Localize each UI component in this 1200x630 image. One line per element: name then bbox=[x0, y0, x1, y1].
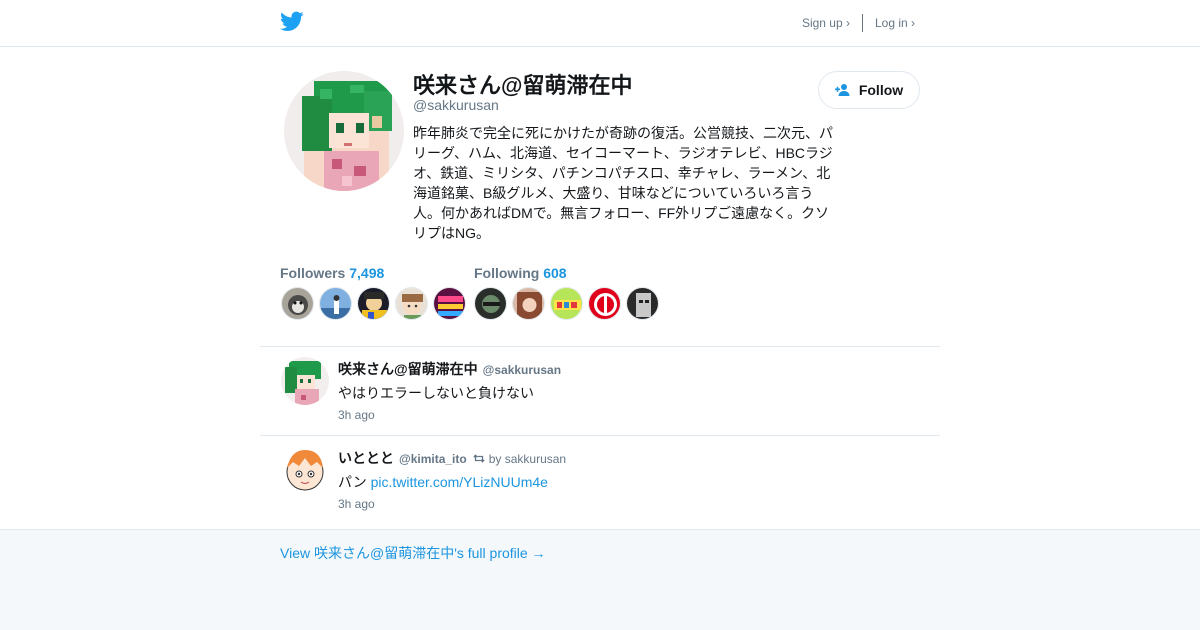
tweet-avatar[interactable] bbox=[281, 446, 329, 494]
followers-label: Followers bbox=[280, 265, 346, 281]
follower-avatar[interactable] bbox=[281, 287, 314, 320]
followers-count: 7,498 bbox=[349, 265, 385, 281]
tweet-media-link[interactable]: pic.twitter.com/YLizNUUm4e bbox=[371, 474, 548, 490]
profile-bio: 昨年肺炎で完全に死にかけたが奇跡の復活。公営競技、二次元、パリーグ、ハム、北海道… bbox=[413, 125, 833, 241]
following-avatar[interactable] bbox=[512, 287, 545, 320]
tweet-header: いととと @kimita_ito by sakkurusan bbox=[338, 448, 566, 468]
following-count: 608 bbox=[543, 265, 567, 281]
add-user-icon bbox=[834, 84, 850, 96]
nav-divider bbox=[861, 14, 863, 32]
footer: View 咲来さん@留萌滞在中's full profile → bbox=[0, 529, 1200, 630]
tweet-avatar[interactable] bbox=[281, 357, 329, 405]
auth-nav: Sign up › Log in › bbox=[802, 14, 915, 32]
retweet-indicator: by sakkurusan bbox=[473, 452, 566, 466]
profile-card: 咲来さん@留萌滞在中 @sakkurusan 昨年肺炎で完全に死にかけたが奇跡の… bbox=[0, 47, 1200, 530]
tweet-timestamp[interactable]: 3h ago bbox=[338, 497, 375, 511]
tweet-text: パン pic.twitter.com/YLizNUUm4e bbox=[338, 472, 548, 492]
twitter-bird-icon[interactable] bbox=[280, 11, 304, 32]
tweet-timestamp[interactable]: 3h ago bbox=[338, 408, 375, 422]
tweet-header: 咲来さん@留萌滞在中 @sakkurusan bbox=[338, 359, 561, 379]
tweet-author-handle[interactable]: @sakkurusan bbox=[483, 363, 561, 377]
tweet-text: やはりエラーしないと負けない bbox=[338, 385, 534, 401]
following-avatar[interactable] bbox=[626, 287, 659, 320]
tweet-author-handle[interactable]: @kimita_ito bbox=[399, 452, 467, 466]
tweet-author-name[interactable]: いととと bbox=[338, 448, 394, 468]
profile-avatar[interactable] bbox=[284, 71, 404, 191]
profile-handle[interactable]: @sakkurusan bbox=[413, 97, 499, 113]
tweet-author-name[interactable]: 咲来さん@留萌滞在中 bbox=[338, 359, 478, 379]
following-avatar[interactable] bbox=[474, 287, 507, 320]
followers-stat[interactable]: Followers 7,498 bbox=[280, 265, 384, 281]
following-label: Following bbox=[474, 265, 540, 281]
full-profile-link[interactable]: View 咲来さん@留萌滞在中's full profile → bbox=[280, 543, 546, 563]
follower-avatar[interactable] bbox=[357, 287, 390, 320]
tweet-item[interactable]: 咲来さん@留萌滞在中 @sakkurusan やはりエラーしないと負けない 3h… bbox=[260, 347, 940, 435]
followers-avatars bbox=[281, 287, 471, 320]
tweet-text-prefix: パン bbox=[338, 474, 371, 490]
tweet-item[interactable]: いととと @kimita_ito by sakkurusan パン pic.tw… bbox=[260, 436, 940, 528]
profile-name: 咲来さん@留萌滞在中 bbox=[413, 73, 633, 98]
following-avatar[interactable] bbox=[588, 287, 621, 320]
follower-avatar[interactable] bbox=[319, 287, 352, 320]
follow-button[interactable]: Follow bbox=[818, 71, 920, 109]
following-avatars bbox=[474, 287, 664, 320]
follower-avatar[interactable] bbox=[395, 287, 428, 320]
following-stat[interactable]: Following 608 bbox=[474, 265, 567, 281]
follow-label: Follow bbox=[858, 82, 904, 98]
retweet-icon bbox=[473, 454, 485, 463]
signup-link[interactable]: Sign up › bbox=[802, 16, 850, 30]
login-link[interactable]: Log in › bbox=[875, 16, 915, 30]
following-avatar[interactable] bbox=[550, 287, 583, 320]
follower-avatar[interactable] bbox=[433, 287, 466, 320]
top-bar: Sign up › Log in › bbox=[0, 0, 1200, 47]
retweet-by-label[interactable]: by sakkurusan bbox=[489, 452, 566, 466]
